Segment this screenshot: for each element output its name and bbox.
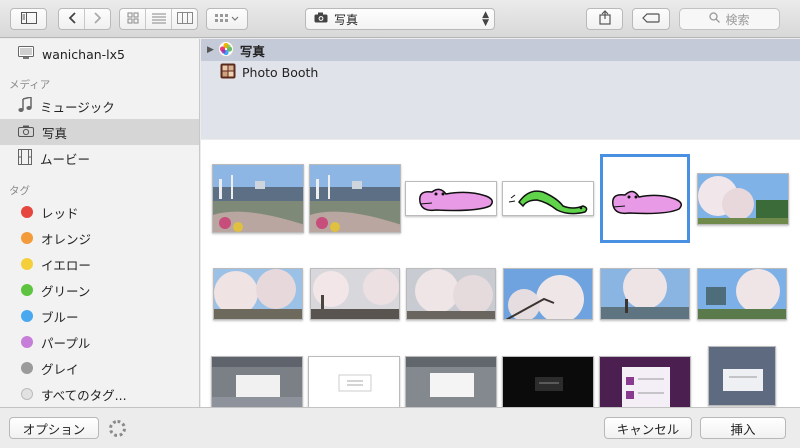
- sidebar-item-tag-blue[interactable]: ブルー: [0, 303, 199, 329]
- sidebar-item-label: 写真: [42, 125, 68, 141]
- cherry-blossom-photo-thumbnail[interactable]: [697, 173, 789, 225]
- orange-tag-dot-icon: [21, 232, 33, 244]
- cherry-blossom-photo-thumbnail[interactable]: [213, 268, 303, 320]
- photos-app-icon: [217, 40, 234, 60]
- music-note-icon: [18, 95, 32, 116]
- insert-button[interactable]: 挿入: [700, 417, 786, 439]
- media-section-header: メディア: [9, 79, 51, 91]
- sidebar-item-label: ムービー: [40, 151, 91, 167]
- column-view-icon: [176, 11, 193, 27]
- yellow-tag-dot-icon: [21, 258, 33, 270]
- bottom-bar: オプション キャンセル 挿入: [0, 407, 800, 448]
- sidebar-toggle-icon: [20, 11, 37, 27]
- harbor-photo-thumbnail[interactable]: [309, 164, 401, 233]
- camera-icon: [18, 125, 34, 140]
- cherry-blossom-photo-thumbnail[interactable]: [503, 268, 593, 320]
- tag-icon: [642, 12, 660, 26]
- tag-button[interactable]: [632, 8, 670, 30]
- sidebar-item-label: ブルー: [41, 309, 79, 325]
- sidebar-item-tag-gray[interactable]: グレイ: [0, 355, 199, 381]
- share-icon: [598, 10, 611, 28]
- icon-view-button[interactable]: [120, 9, 146, 29]
- icon-view-icon: [127, 12, 139, 27]
- view-mode-segment: [119, 8, 198, 30]
- sidebar-item-label: ミュージック: [40, 99, 115, 115]
- column-view-button[interactable]: [172, 9, 197, 29]
- cherry-blossom-photo-thumbnail[interactable]: [697, 268, 787, 320]
- sidebar-item-tag-red[interactable]: レッド: [0, 199, 199, 225]
- pink-crocodile-drawing-thumbnail[interactable]: [405, 181, 497, 216]
- tags-section-header: タグ: [9, 185, 30, 197]
- forward-button[interactable]: [85, 9, 110, 29]
- film-icon: [18, 148, 32, 168]
- green-caterpillar-drawing-thumbnail[interactable]: [502, 181, 594, 216]
- sidebar-item-music[interactable]: ミュージック: [0, 93, 199, 119]
- sidebar-item-label: wanichan-lx5: [42, 46, 125, 62]
- source-row-photos[interactable]: ▶ 写真: [201, 39, 800, 61]
- photo-booth-icon: [220, 63, 236, 82]
- sidebar-item-label: パープル: [41, 335, 91, 351]
- sidebar-toggle-button[interactable]: [10, 8, 47, 30]
- source-row-photo-booth[interactable]: Photo Booth: [201, 61, 800, 83]
- group-by-icon: [214, 12, 240, 26]
- green-tag-dot-icon: [21, 284, 33, 296]
- photo-grid: [201, 140, 800, 407]
- computer-icon: [18, 45, 34, 63]
- sidebar-item-label: グレイ: [41, 361, 79, 377]
- source-popup-label: 写真: [334, 12, 359, 27]
- sidebar-item-tag-purple[interactable]: パープル: [0, 329, 199, 355]
- loading-spinner-icon: [109, 420, 126, 437]
- sidebar-item-photos[interactable]: 写真: [0, 119, 199, 145]
- group-by-button[interactable]: [206, 8, 248, 30]
- sidebar-item-label: グリーン: [41, 283, 91, 299]
- back-arrow-icon: [68, 11, 76, 27]
- sidebar-item-all-tags[interactable]: すべてのタグ...: [0, 381, 199, 407]
- back-button[interactable]: [59, 9, 85, 29]
- red-tag-dot-icon: [21, 206, 33, 218]
- toolbar: 写真 ▲ ▼ 検索: [0, 0, 800, 38]
- sidebar-item-device[interactable]: wanichan-lx5: [0, 41, 199, 67]
- purple-tag-dot-icon: [21, 336, 33, 348]
- source-popup[interactable]: 写真 ▲ ▼: [305, 8, 495, 30]
- app-screenshot-thumbnail[interactable]: [405, 356, 497, 407]
- navigation-segment: [58, 8, 111, 30]
- blue-tag-dot-icon: [21, 310, 33, 322]
- sidebar-item-label: イエロー: [41, 257, 91, 273]
- sidebar-item-label: すべてのタグ...: [41, 387, 127, 403]
- gray-tag-dot-icon: [21, 362, 33, 374]
- sidebar-item-tag-green[interactable]: グリーン: [0, 277, 199, 303]
- sidebar-item-label: レッド: [41, 205, 79, 221]
- search-placeholder: 検索: [725, 12, 750, 27]
- source-list: ▶ 写真 Photo Booth: [201, 39, 800, 139]
- list-view-icon: [151, 12, 166, 27]
- magnifier-icon: [709, 12, 721, 26]
- cherry-blossom-photo-thumbnail[interactable]: [600, 268, 690, 320]
- harbor-photo-thumbnail[interactable]: [212, 164, 304, 233]
- chevron-updown-icon: ▲ ▼: [482, 10, 489, 28]
- cherry-blossom-photo-thumbnail[interactable]: [406, 268, 496, 320]
- search-field[interactable]: 検索: [679, 8, 780, 30]
- source-label: 写真: [239, 43, 265, 59]
- sidebar: wanichan-lx5 メディア ミュージック 写真 ムービー タグ レッド …: [0, 39, 200, 407]
- dark-screenshot-thumbnail[interactable]: [502, 356, 594, 407]
- options-button[interactable]: オプション: [9, 417, 99, 439]
- share-button[interactable]: [586, 8, 623, 30]
- disclosure-triangle-icon[interactable]: ▶: [207, 45, 214, 55]
- sidebar-item-label: オレンジ: [41, 231, 92, 247]
- sidebar-item-tag-yellow[interactable]: イエロー: [0, 251, 199, 277]
- cancel-button[interactable]: キャンセル: [604, 417, 692, 439]
- camera-icon: [314, 12, 328, 26]
- list-view-button[interactable]: [146, 9, 172, 29]
- app-screenshot-thumbnail[interactable]: [308, 356, 400, 407]
- cherry-blossom-photo-thumbnail[interactable]: [310, 268, 400, 320]
- app-screenshot-thumbnail[interactable]: [708, 346, 776, 406]
- all-tags-dot-icon: [21, 388, 33, 400]
- forward-arrow-icon: [93, 11, 102, 27]
- sidebar-item-movies[interactable]: ムービー: [0, 145, 199, 171]
- purple-dialog-screenshot-thumbnail[interactable]: [599, 356, 691, 407]
- sidebar-item-tag-orange[interactable]: オレンジ: [0, 225, 199, 251]
- selected-thumbnail-frame[interactable]: [600, 154, 690, 243]
- source-label: Photo Booth: [242, 64, 319, 80]
- app-screenshot-thumbnail[interactable]: [211, 356, 303, 407]
